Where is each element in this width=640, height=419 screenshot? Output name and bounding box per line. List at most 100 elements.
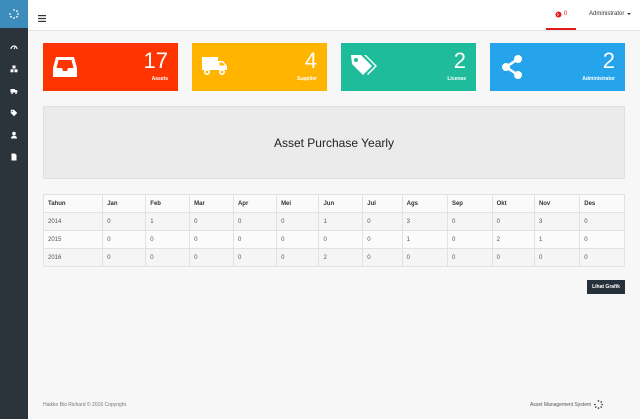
license-label: License [447,76,466,82]
top-navbar: 0 Administrator [28,0,640,31]
license-card[interactable]: 2 License [341,43,476,91]
purchase-table: Tahun Jan Feb Mar Apr Mei Jun Jul Ags Se… [42,194,625,267]
notification-count: 0 [563,11,568,17]
menu-toggle-button[interactable] [38,9,46,27]
administrator-card[interactable]: 2 Administrator [490,43,625,91]
column-header: Apr [232,194,278,213]
table-cell: 0 [579,248,625,267]
table-cell: 0 [362,212,403,231]
table-cell: 2014 [42,212,104,231]
column-header: Feb [145,194,191,213]
column-header: Jan [102,194,147,213]
table-row: 2014 0 1 0 0 0 1 0 3 0 0 3 0 [42,212,625,231]
assets-count: 17 [143,48,168,73]
table-cell: 0 [362,230,403,249]
globe-icon [555,11,562,17]
footer-app-name-text: Asset Management System [530,401,592,408]
spinner-logo-icon [594,400,604,409]
table-cell: 0 [491,212,535,231]
column-header: Nov [533,194,581,213]
table-cell: 0 [446,230,493,249]
footer-copyright: Haikko Bio Richard © 2016 Copyright. [43,402,128,408]
column-header: Sep [446,194,493,213]
table-cell: 0 [232,230,278,249]
table-cell: 0 [318,230,364,249]
table-cell: 0 [145,248,191,267]
view-chart-button[interactable]: Lihat Grafik [587,280,625,294]
table-cell: 0 [102,230,147,249]
table-row: 2016 0 0 0 0 0 2 0 0 0 0 0 0 [42,248,625,267]
column-header: Ags [401,194,448,213]
table-cell: 0 [276,230,320,249]
table-cell: 0 [145,230,191,249]
column-header: Okt [491,194,535,213]
license-count: 2 [453,48,466,73]
table-cell: 1 [533,230,581,249]
hamburger-icon [38,15,46,22]
column-header: Mei [276,194,320,213]
purchase-table-container: Tahun Jan Feb Mar Apr Mei Jun Jul Ags Se… [42,194,625,267]
sidebar-item-dashboard[interactable] [0,36,28,58]
table-cell: 0 [362,248,403,267]
table-cell: 0 [446,248,493,267]
sidebar-nav [0,36,28,168]
user-name: Administrator [589,11,625,17]
file-icon [11,153,17,161]
table-cell: 0 [232,248,278,267]
table-cell: 0 [276,212,320,231]
chart-title: Asset Purchase Yearly [273,135,395,150]
table-cell: 0 [491,248,535,267]
supplier-card[interactable]: 4 Supplier [192,43,327,91]
table-header-row: Tahun Jan Feb Mar Apr Mei Jun Jul Ags Se… [42,194,625,213]
column-header: Mar [189,194,234,213]
user-menu-dropdown[interactable]: Administrator [589,11,632,17]
supplier-count: 4 [304,48,317,73]
truck-icon [202,55,228,82]
assets-label: Assets [151,76,168,82]
footer-app-name: Asset Management System [530,400,604,409]
column-header: Jun [318,194,364,213]
sidebar-item-reports[interactable] [0,146,28,168]
table-cell: 1 [318,212,364,231]
sidebar-item-assets[interactable] [0,58,28,80]
administrator-count: 2 [602,48,615,73]
column-header: Jul [362,194,403,213]
tag-icon [10,109,18,117]
sidebar-item-users[interactable] [0,124,28,146]
asset-purchase-chart-panel: Asset Purchase Yearly [43,106,625,179]
table-cell: 0 [102,212,147,231]
table-cell: 2016 [42,248,104,267]
table-cell: 0 [446,212,493,231]
spinner-logo-icon [9,9,19,19]
table-cell: 0 [579,212,625,231]
column-header: Tahun [42,194,104,213]
table-cell: 3 [533,212,581,231]
cubes-icon [10,65,18,73]
table-cell: 3 [401,212,448,231]
assets-card[interactable]: 17 Assets [43,43,178,91]
table-cell: 0 [102,248,147,267]
table-cell: 1 [401,230,448,249]
caret-down-icon [627,13,632,15]
share-icon [500,55,524,84]
table-cell: 0 [189,212,234,231]
table-cell: 0 [232,212,278,231]
table-cell: 0 [401,248,448,267]
column-header: Des [579,194,625,213]
table-cell: 1 [145,212,191,231]
table-cell: 0 [533,248,581,267]
table-cell: 0 [189,230,234,249]
tags-icon [351,55,379,84]
notifications-button[interactable]: 0 [546,0,576,30]
table-row: 2015 0 0 0 0 0 0 0 1 0 2 1 0 [42,230,625,249]
administrator-label: Administrator [582,76,615,82]
user-icon [11,131,17,139]
truck-icon [10,89,18,95]
supplier-label: Supplier [296,76,317,82]
table-cell: 0 [276,248,320,267]
sidebar-item-supplier[interactable] [0,80,28,102]
table-cell: 0 [189,248,234,267]
sidebar-item-license[interactable] [0,102,28,124]
sidebar [0,0,28,419]
app-logo[interactable] [0,0,28,28]
